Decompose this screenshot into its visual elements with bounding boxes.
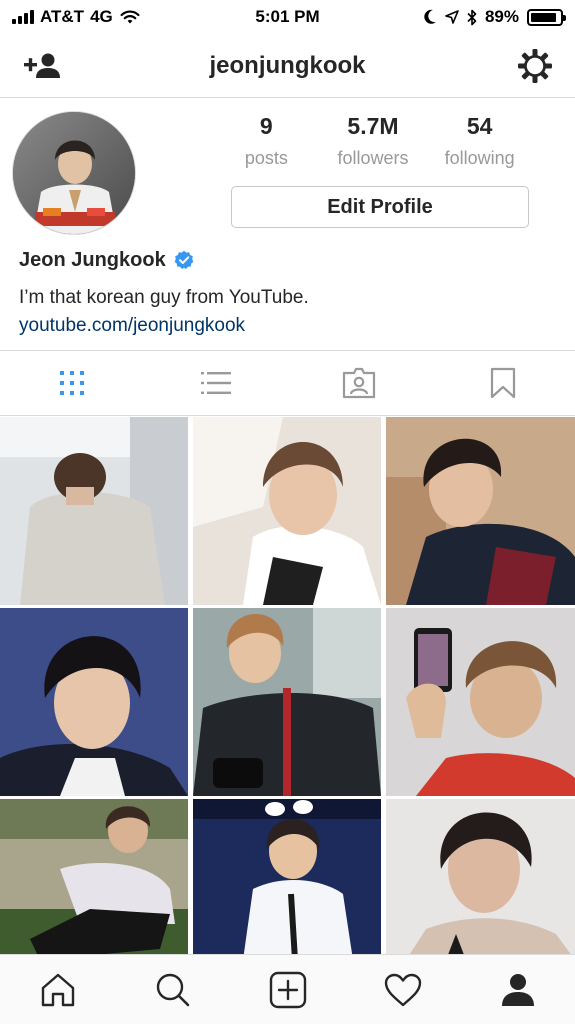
- grid-photo[interactable]: [0, 417, 188, 605]
- username-title: jeonjungkook: [209, 51, 366, 79]
- status-left: AT&T 4G: [12, 7, 141, 27]
- nav-activity[interactable]: [373, 960, 433, 1020]
- tab-list[interactable]: [144, 351, 288, 415]
- tab-tagged[interactable]: [288, 351, 432, 415]
- network-label: 4G: [90, 7, 113, 26]
- battery-percent: 89%: [484, 7, 519, 26]
- grid-photo[interactable]: [386, 417, 575, 605]
- following-stat[interactable]: 54 following: [430, 112, 530, 169]
- posts-stat[interactable]: 9 posts: [216, 112, 316, 169]
- discover-people-button[interactable]: [22, 50, 62, 82]
- settings-gear-icon: [518, 49, 552, 83]
- grid-photo[interactable]: [386, 799, 575, 954]
- wifi-icon: [120, 10, 140, 24]
- profile-icon: [501, 973, 534, 1006]
- avatar-photo: [13, 112, 135, 234]
- profile-view-tabs: [0, 350, 575, 416]
- posts-count: 9: [259, 113, 273, 139]
- home-icon: [41, 973, 74, 1006]
- nav-profile[interactable]: [488, 960, 548, 1020]
- nav-home[interactable]: [28, 960, 88, 1020]
- grid-photo[interactable]: [0, 799, 188, 954]
- add-post-icon: [269, 971, 306, 1008]
- location-arrow-icon: [445, 10, 459, 24]
- bluetooth-icon: [467, 9, 477, 25]
- profile-bio: Jeon Jungkook I’m that korean guy from Y…: [19, 247, 559, 338]
- grid-photo[interactable]: [193, 417, 381, 605]
- grid-photo[interactable]: [0, 608, 188, 796]
- bio-website-link[interactable]: youtube.com/jeonjungkook: [19, 314, 559, 338]
- followers-stat[interactable]: 5.7M followers: [323, 112, 423, 169]
- profile-header-bar: jeonjungkook: [0, 34, 575, 98]
- followers-label: followers: [337, 148, 409, 168]
- profile-stats: 9 posts 5.7M followers 54 following: [213, 112, 533, 169]
- signal-strength-icon: [12, 10, 34, 24]
- settings-button[interactable]: [517, 48, 553, 84]
- bio-text: I’m that korean guy from YouTube.: [19, 287, 309, 308]
- followers-count: 5.7M: [347, 113, 399, 139]
- moon-icon: [424, 9, 436, 24]
- tagged-icon: [343, 367, 376, 399]
- edit-profile-button[interactable]: Edit Profile: [231, 186, 529, 228]
- heart-icon: [384, 973, 421, 1006]
- following-label: following: [444, 148, 515, 168]
- list-icon: [200, 372, 231, 394]
- tab-grid[interactable]: [0, 351, 144, 415]
- battery-icon: [527, 8, 566, 26]
- carrier-label: AT&T: [40, 7, 85, 26]
- photo-grid: [0, 417, 575, 954]
- add-person-icon: [24, 53, 60, 78]
- following-count: 54: [466, 113, 493, 139]
- nav-search[interactable]: [143, 960, 203, 1020]
- bookmark-icon: [491, 367, 516, 399]
- status-bar: AT&T 4G 5:01 PM 89%: [0, 0, 575, 34]
- grid-photo[interactable]: [386, 608, 575, 796]
- display-name-row: Jeon Jungkook: [19, 247, 559, 273]
- status-right: 89%: [423, 7, 566, 27]
- bottom-tab-bar: [0, 954, 575, 1024]
- profile-avatar[interactable]: [12, 111, 136, 235]
- grid-photo[interactable]: [193, 799, 381, 954]
- grid-photo[interactable]: [193, 608, 381, 796]
- display-name: Jeon Jungkook: [19, 248, 166, 271]
- verified-badge-icon: [174, 250, 194, 269]
- posts-label: posts: [244, 148, 288, 168]
- search-icon: [156, 973, 189, 1006]
- tab-saved[interactable]: [431, 351, 575, 415]
- grid-icon: [59, 371, 84, 395]
- nav-new-post[interactable]: [258, 960, 318, 1020]
